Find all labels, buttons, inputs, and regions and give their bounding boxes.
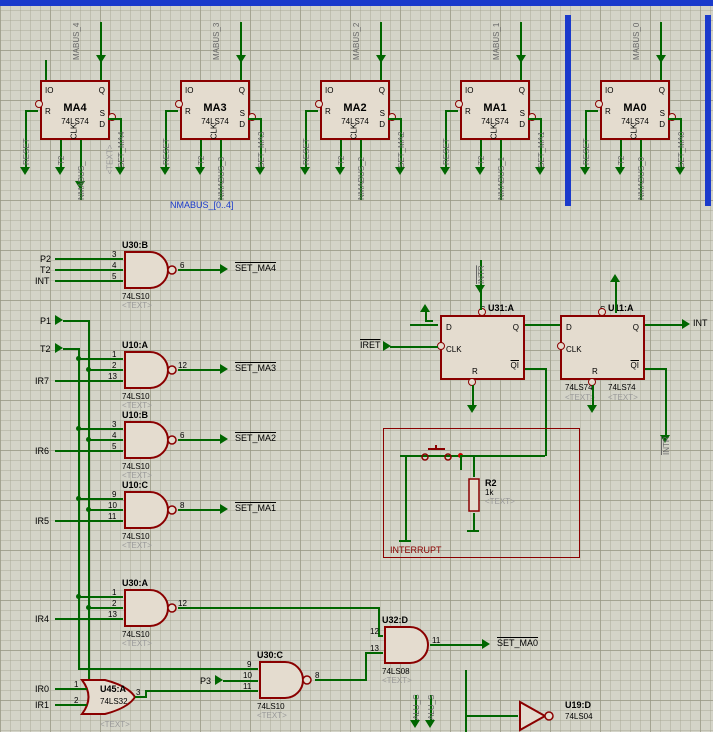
- bus-label: NMABUS_[0..4]: [170, 200, 234, 210]
- ff-ma1: MA1 74LS74 R D CLK S IO Q: [460, 80, 530, 140]
- pushbutton-icon[interactable]: [420, 445, 455, 465]
- ff-ma2: MA2 74LS74 R D CLK S IO Q: [320, 80, 390, 140]
- ff-ma0: MA0 74LS74 R D CLK S IO Q: [600, 80, 670, 140]
- gate-u19d: [515, 700, 555, 732]
- ff-u31a: D CLK Q R S QI: [440, 315, 525, 380]
- interrupt-box: [383, 428, 580, 558]
- ff-u11a: D CLK Q R S QI: [560, 315, 645, 380]
- ff-ma3: MA3 74LS74 R D CLK S IO Q: [180, 80, 250, 140]
- resistor-r2: [467, 475, 481, 515]
- ff-ma4: MA4 74LS74 R D CLK S IO Q: [40, 80, 110, 140]
